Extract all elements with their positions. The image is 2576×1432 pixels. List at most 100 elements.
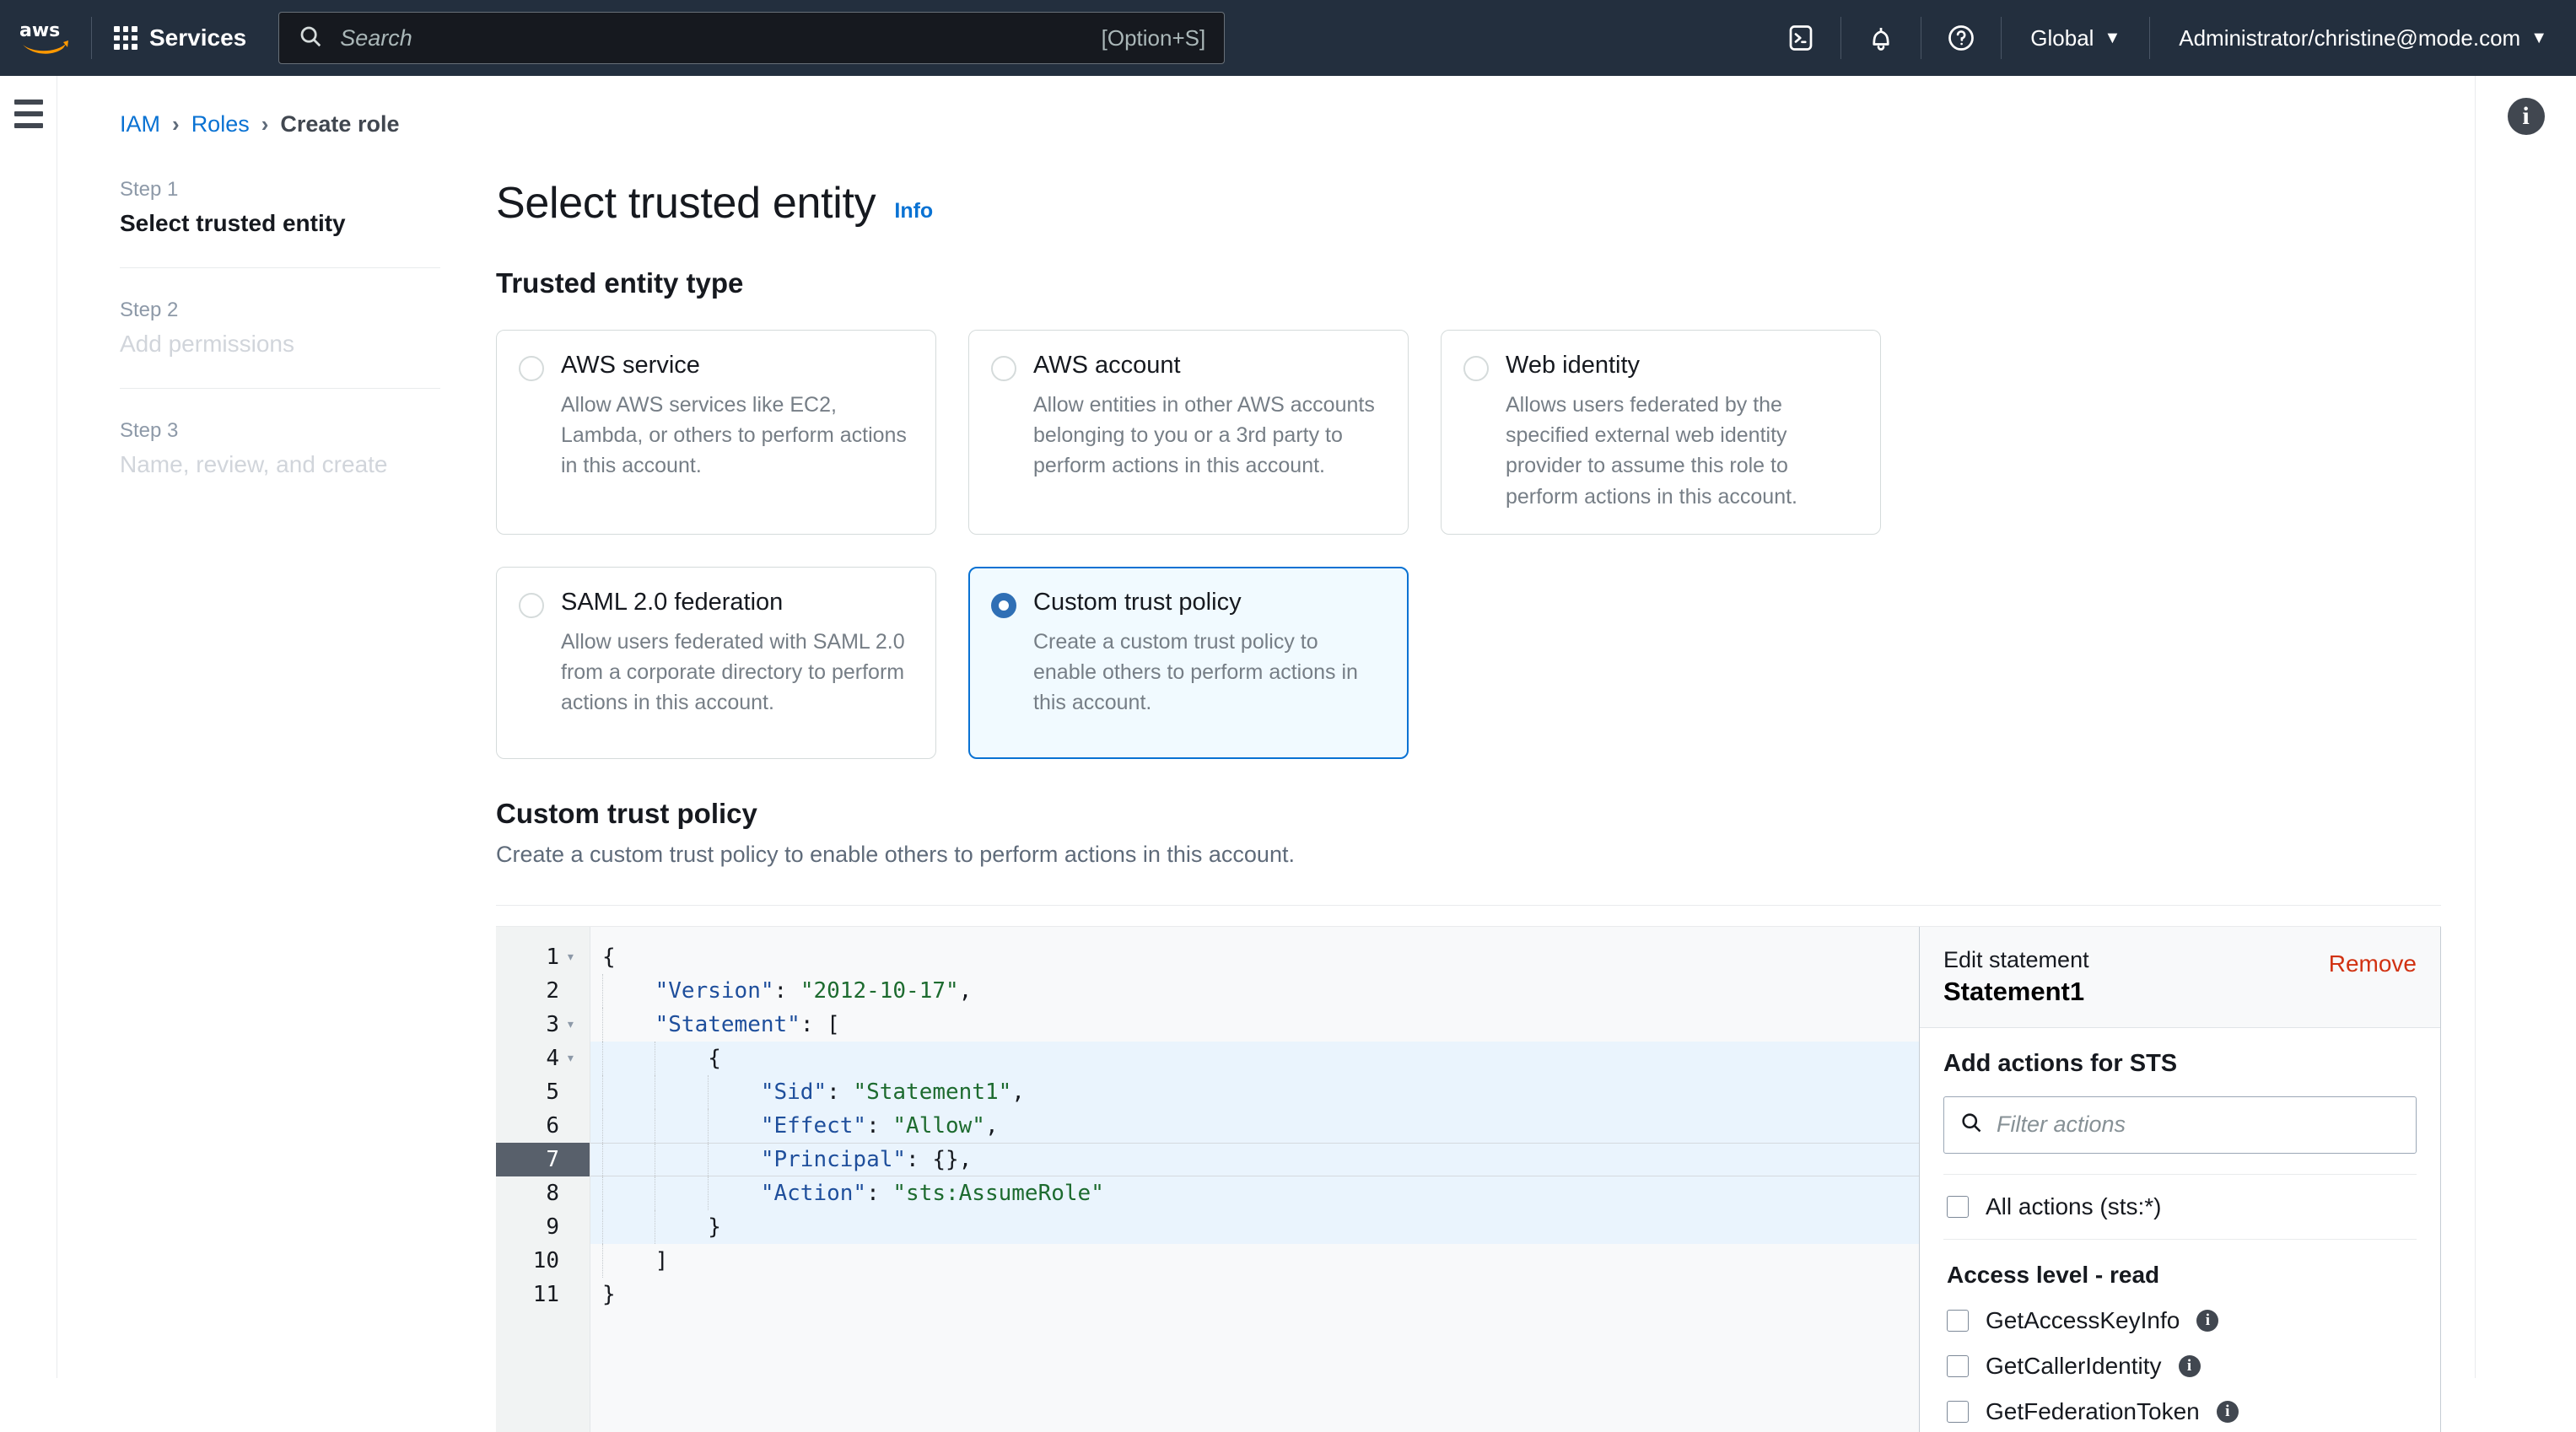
wizard-step-2[interactable]: Step 2 Add permissions [120, 299, 440, 359]
wizard-step-3[interactable]: Step 3 Name, review, and create [120, 419, 440, 480]
card-web-identity[interactable]: Web identity Allows users federated by t… [1441, 330, 1881, 535]
checkbox-row-all-actions[interactable]: All actions (sts:*) [1943, 1175, 2417, 1220]
code-line-9[interactable]: } [590, 1210, 1919, 1244]
code-lines[interactable]: { "Version": "2012-10-17", "Statement": … [590, 927, 1919, 1432]
checkbox-row-getaccesskeyinfo[interactable]: GetAccessKeyInfo i [1943, 1289, 2417, 1334]
card-aws-account[interactable]: AWS account Allow entities in other AWS … [968, 330, 1409, 535]
code-token-key: "Principal" [761, 1147, 906, 1172]
fold-toggle-icon[interactable]: ▾ [566, 1049, 581, 1067]
fold-toggle-icon[interactable]: ▾ [566, 1015, 581, 1033]
line-number-value: 7 [525, 1147, 559, 1172]
code-token-pun: : [ [800, 1012, 840, 1037]
cloudshell-icon[interactable] [1761, 0, 1840, 76]
info-icon[interactable]: i [2179, 1355, 2201, 1377]
account-menu[interactable]: Administrator/christine@mode.com ▼ [2150, 0, 2576, 76]
card-custom-trust-policy[interactable]: Custom trust policy Create a custom trus… [968, 567, 1409, 759]
info-circle-icon[interactable]: i [2508, 98, 2545, 135]
code-token-str: "sts:AssumeRole" [892, 1181, 1103, 1206]
line-number-9: 9 [496, 1210, 590, 1244]
step-1-number: Step 1 [120, 178, 440, 202]
code-token-key: "Action" [761, 1181, 866, 1206]
account-label: Administrator/christine@mode.com [2179, 25, 2520, 51]
card-custom-trust-policy-title: Custom trust policy [1033, 589, 1382, 616]
card-saml-federation[interactable]: SAML 2.0 federation Allow users federate… [496, 567, 936, 759]
radio-aws-account[interactable] [991, 356, 1016, 381]
page-title: Select trusted entity [496, 178, 876, 229]
bell-icon[interactable] [1841, 0, 1921, 76]
region-selector[interactable]: Global ▼ [2002, 0, 2149, 76]
radio-saml-federation[interactable] [519, 593, 544, 618]
step-divider [120, 267, 440, 268]
code-line-8[interactable]: "Action": "sts:AssumeRole" [590, 1176, 1919, 1210]
code-token-pun: } [602, 1282, 616, 1307]
wizard-step-1[interactable]: Step 1 Select trusted entity [120, 178, 440, 239]
services-menu-button[interactable]: Services [92, 0, 268, 76]
info-icon[interactable]: i [2217, 1401, 2239, 1423]
code-token-pun: } [708, 1214, 721, 1240]
code-line-6[interactable]: "Effect": "Allow", [590, 1109, 1919, 1143]
search-input[interactable] [340, 25, 1101, 51]
code-token-key: "Effect" [761, 1113, 866, 1139]
checkbox-row-getcalleridentity[interactable]: GetCallerIdentity i [1943, 1334, 2417, 1380]
radio-custom-trust-policy[interactable] [991, 593, 1016, 618]
code-line-5[interactable]: "Sid": "Statement1", [590, 1075, 1919, 1109]
code-line-2[interactable]: "Version": "2012-10-17", [590, 974, 1919, 1008]
action-label-getcalleridentity: GetCallerIdentity [1986, 1353, 2162, 1380]
top-navigation-bar: aws Services [Option+S] [0, 0, 2576, 76]
statement-header: Edit statement Statement1 Remove [1920, 927, 2440, 1028]
hamburger-menu-icon[interactable] [14, 100, 43, 1378]
code-token-pun: : [866, 1113, 892, 1139]
card-aws-service-title: AWS service [561, 353, 910, 380]
code-line-11[interactable]: } [590, 1278, 1919, 1311]
breadcrumb-item-iam[interactable]: IAM [120, 111, 160, 137]
breadcrumb-item-roles[interactable]: Roles [191, 111, 250, 137]
page-body: IAM › Roles › Create role Step 1 Select … [0, 76, 2576, 1378]
card-saml-federation-desc: Allow users federated with SAML 2.0 from… [561, 627, 910, 719]
fold-toggle-icon[interactable]: ▾ [566, 948, 581, 966]
all-actions-label: All actions (sts:*) [1986, 1193, 2162, 1220]
indent-guide [602, 1210, 603, 1244]
code-token-pun: : [774, 978, 800, 1004]
code-token-pun: : [866, 1181, 892, 1206]
code-line-7[interactable]: "Principal": {}, [590, 1143, 1919, 1176]
aws-logo[interactable]: aws [0, 0, 91, 76]
radio-aws-service[interactable] [519, 356, 544, 381]
radio-web-identity[interactable] [1463, 356, 1489, 381]
trusted-entity-type-heading: Trusted entity type [496, 267, 2441, 299]
code-pane[interactable]: 1▾23▾4▾567891011 { "Version": "2012-10-1… [496, 927, 1920, 1432]
indent-guide [708, 1144, 709, 1176]
checkbox-getcalleridentity[interactable] [1947, 1355, 1969, 1377]
line-number-5: 5 [496, 1075, 590, 1109]
card-saml-federation-title: SAML 2.0 federation [561, 589, 910, 616]
edit-statement-panel: Edit statement Statement1 Remove Add act… [1920, 927, 2441, 1432]
indent-guide [602, 1144, 603, 1176]
code-line-4[interactable]: { [590, 1042, 1919, 1075]
line-number-value: 9 [525, 1214, 559, 1240]
chevron-down-icon: ▼ [2530, 29, 2547, 48]
card-aws-service[interactable]: AWS service Allow AWS services like EC2,… [496, 330, 936, 535]
question-circle-icon[interactable] [1921, 0, 2001, 76]
global-search-bar[interactable]: [Option+S] [278, 12, 1225, 64]
remove-statement-button[interactable]: Remove [2329, 947, 2417, 977]
step-1-title: Select trusted entity [120, 210, 440, 237]
code-line-3[interactable]: "Statement": [ [590, 1008, 1919, 1042]
line-number-11: 11 [496, 1278, 590, 1311]
code-line-10[interactable]: ] [590, 1244, 1919, 1278]
line-number-value: 2 [525, 978, 559, 1004]
filter-actions-box[interactable] [1943, 1096, 2417, 1154]
code-line-text: "Principal": {}, [602, 1147, 972, 1172]
action-label-getaccesskeyinfo: GetAccessKeyInfo [1986, 1307, 2180, 1334]
checkbox-getaccesskeyinfo[interactable] [1947, 1310, 1969, 1332]
checkbox-all-actions[interactable] [1947, 1196, 1969, 1218]
main-row: Step 1 Select trusted entity Step 2 Add … [57, 178, 2475, 1432]
page-title-info-link[interactable]: Info [894, 199, 933, 223]
code-token-pun: , [985, 1113, 999, 1139]
checkbox-row-getfederationtoken[interactable]: GetFederationToken i [1943, 1380, 2417, 1425]
step-2-title: Add permissions [120, 331, 440, 358]
step-2-number: Step 2 [120, 299, 440, 322]
info-icon[interactable]: i [2196, 1310, 2218, 1332]
code-token-pun: { [602, 945, 616, 970]
code-line-1[interactable]: { [590, 940, 1919, 974]
checkbox-getfederationtoken[interactable] [1947, 1401, 1969, 1423]
filter-actions-input[interactable] [1997, 1112, 2401, 1138]
